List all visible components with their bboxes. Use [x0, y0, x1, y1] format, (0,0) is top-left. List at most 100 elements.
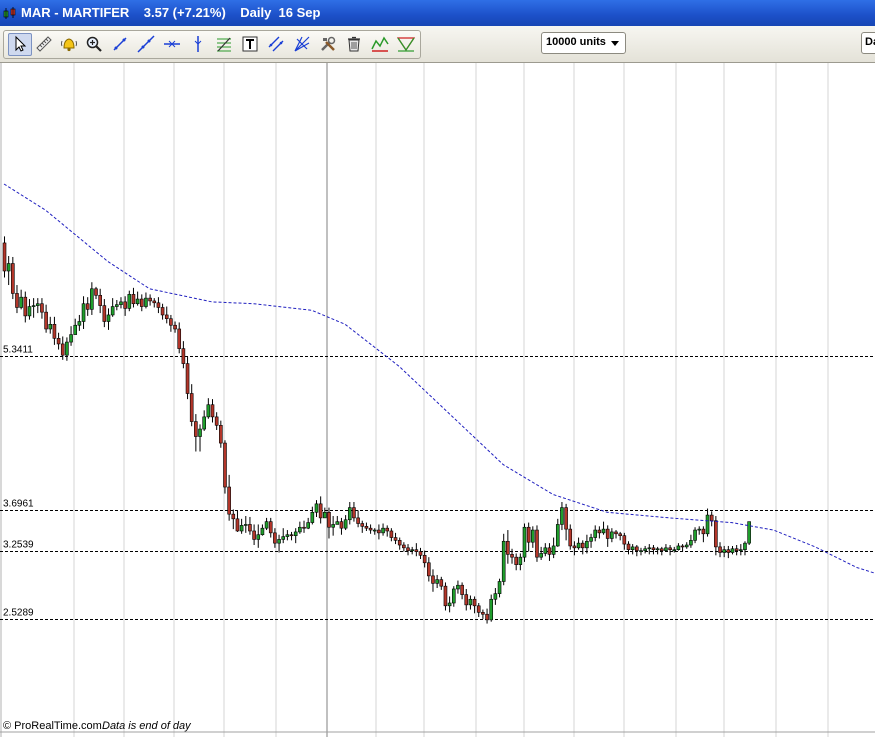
- candle-body: [718, 546, 722, 553]
- fibonacci-tool[interactable]: [213, 34, 235, 55]
- parallel-lines-tool[interactable]: [265, 34, 287, 55]
- zoom-tool[interactable]: [83, 34, 105, 55]
- candle-body: [497, 581, 502, 594]
- candle-body: [335, 521, 340, 525]
- candle-body: [27, 306, 32, 317]
- candle: [701, 526, 706, 543]
- candle-body: [414, 549, 419, 552]
- candle: [2, 236, 7, 278]
- candle-body: [664, 547, 668, 551]
- candle: [214, 412, 219, 430]
- ruler-tool[interactable]: [33, 34, 55, 55]
- candle: [460, 582, 464, 600]
- candle: [406, 544, 410, 556]
- candle-body: [356, 517, 360, 524]
- candle: [497, 578, 502, 598]
- candle-body: [372, 529, 377, 532]
- candle: [464, 588, 469, 611]
- candle-body: [601, 528, 606, 534]
- ruler-icon: [36, 36, 52, 52]
- candle: [139, 294, 144, 312]
- period-select-label: Da: [865, 36, 875, 48]
- candle-body: [347, 507, 352, 521]
- text-tool[interactable]: [239, 34, 261, 55]
- candle-body: [139, 298, 144, 307]
- candle-body: [472, 598, 477, 607]
- drawing-tools-group: [3, 30, 421, 59]
- candle: [705, 508, 710, 537]
- candle-body: [589, 537, 593, 542]
- candle-body: [148, 297, 152, 302]
- candle-body: [273, 532, 277, 544]
- trendline-tool[interactable]: [135, 34, 157, 55]
- vertical-line-tool[interactable]: [187, 34, 209, 55]
- candle: [381, 523, 385, 536]
- channel-tool[interactable]: [395, 34, 417, 55]
- candle-body: [173, 324, 177, 330]
- period-select[interactable]: Da: [861, 32, 875, 54]
- candle-body: [231, 513, 236, 520]
- horizontal-line-tool[interactable]: [161, 34, 183, 55]
- candle: [572, 541, 577, 556]
- candle-body: [56, 338, 61, 345]
- candle: [368, 524, 373, 534]
- candle: [730, 545, 735, 555]
- candle-body: [169, 318, 173, 326]
- candle-body: [127, 294, 132, 309]
- candle: [605, 525, 610, 547]
- units-select[interactable]: 10000 units: [541, 32, 626, 54]
- candle: [447, 596, 452, 613]
- pointer-tool[interactable]: [8, 33, 32, 56]
- candle: [106, 308, 111, 330]
- candle: [531, 526, 535, 548]
- candle-body: [464, 594, 469, 606]
- candle: [427, 557, 431, 582]
- alarm-tool[interactable]: [58, 34, 80, 55]
- candle-body: [327, 511, 331, 528]
- candle: [443, 582, 448, 611]
- candle-body: [535, 529, 539, 558]
- candle: [377, 524, 381, 540]
- candle: [456, 580, 460, 594]
- candle: [239, 518, 244, 534]
- candle-body: [705, 514, 710, 535]
- candle-body: [152, 300, 157, 304]
- delete-tool[interactable]: [343, 34, 365, 55]
- candle-body: [551, 545, 556, 555]
- segment-tool[interactable]: [109, 34, 131, 55]
- candle: [501, 533, 506, 586]
- candle-body: [618, 533, 622, 536]
- candle: [489, 594, 494, 622]
- candle: [90, 282, 94, 315]
- candle: [630, 544, 635, 555]
- candle: [476, 602, 481, 618]
- candle: [697, 526, 702, 535]
- candle: [160, 303, 165, 320]
- candle: [56, 332, 61, 350]
- candle: [298, 521, 302, 534]
- candle-body: [377, 529, 381, 534]
- candle-body: [90, 288, 94, 310]
- candle: [435, 574, 439, 589]
- price-chart[interactable]: 5.3411 3.6961 3.2539 2.5289 © ProRealTime.c…: [0, 63, 875, 737]
- candle-body: [676, 545, 681, 550]
- candle-body: [493, 593, 498, 600]
- candle: [119, 297, 123, 309]
- candle-body: [331, 524, 335, 528]
- candle-body: [747, 521, 751, 544]
- fan-tool[interactable]: [291, 34, 313, 55]
- candlestick-chart: 5.3411 3.6961 3.2539 2.5289 © ProRealTime.c…: [0, 63, 875, 737]
- level-label: 2.5289: [3, 608, 34, 619]
- candle: [252, 524, 256, 546]
- candle: [393, 532, 398, 545]
- candle-body: [364, 526, 369, 529]
- candle-body: [659, 548, 664, 551]
- candle: [352, 501, 356, 522]
- candle-body: [277, 539, 281, 544]
- candle: [743, 541, 747, 556]
- candle-body: [451, 588, 456, 604]
- tools-tool[interactable]: [317, 34, 339, 55]
- candle: [281, 528, 286, 544]
- candle: [323, 507, 327, 519]
- pattern-tool[interactable]: [369, 34, 391, 55]
